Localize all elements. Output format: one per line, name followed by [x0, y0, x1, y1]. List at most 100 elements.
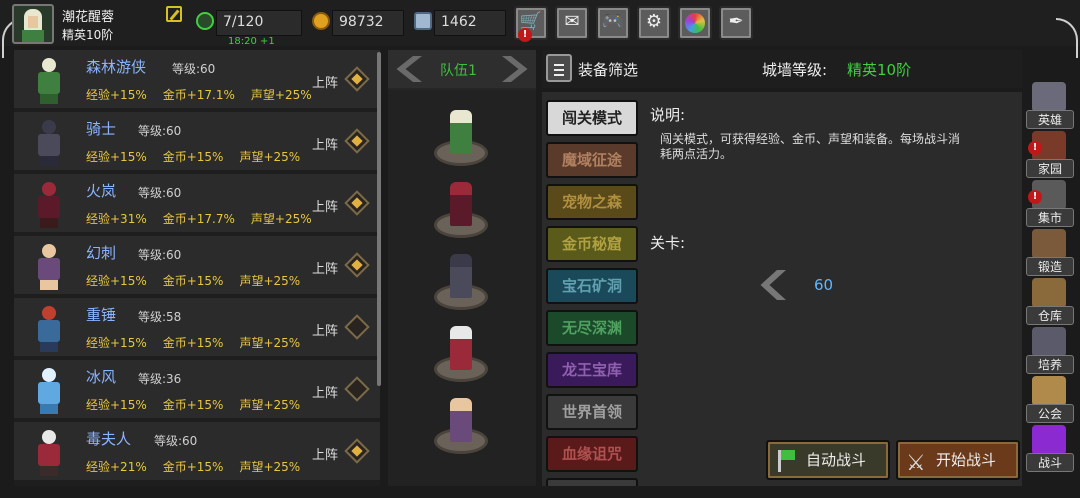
mode-button[interactable]: 血缘诅咒: [546, 436, 638, 472]
mail-button[interactable]: ✉: [555, 6, 589, 40]
hero-name: 森林游侠: [86, 58, 147, 76]
sidebar-6[interactable]: 公会: [1026, 376, 1074, 423]
deploy-toggle-icon[interactable]: [344, 314, 370, 340]
gamepad-icon: 🎮: [601, 11, 625, 32]
sidebar-0[interactable]: 英雄: [1026, 82, 1074, 129]
sidebar-icon: [1032, 376, 1066, 406]
hero-name: 重锤: [86, 306, 117, 324]
hero-bonuses: 经验+15% 金币+15% 声望+25%: [86, 148, 316, 165]
player-avatar[interactable]: [12, 4, 54, 44]
team-slot[interactable]: [434, 182, 488, 242]
hero-level: 等级:36: [138, 372, 182, 386]
deploy-toggle-icon[interactable]: [344, 190, 370, 216]
deploy-toggle-icon[interactable]: [344, 66, 370, 92]
hero-portrait: [28, 304, 72, 354]
sidebar-label: 仓库: [1026, 306, 1074, 325]
alert-icon: !: [1028, 190, 1042, 204]
sidebar-3[interactable]: 锻造: [1026, 229, 1074, 276]
hero-row[interactable]: 冰风 等级:36 经验+15% 金币+15% 声望+25% 上阵: [14, 360, 380, 418]
hero-list[interactable]: 森林游侠 等级:60 经验+15% 金币+17.1% 声望+25% 上阵 骑士 等级…: [14, 50, 380, 486]
sidebar-2[interactable]: ! 集市: [1026, 180, 1074, 227]
team-prev-arrow-icon[interactable]: [396, 56, 422, 82]
sidebar-4[interactable]: 仓库: [1026, 278, 1074, 325]
hero-name: 火岚: [86, 182, 117, 200]
team-hero-figure: [450, 398, 472, 442]
hero-portrait: [28, 366, 72, 416]
exp-bonus: 经验+15%: [86, 398, 147, 412]
sidebar-icon: [1032, 425, 1066, 455]
feather-button[interactable]: ✒: [719, 6, 753, 40]
sidebar-1[interactable]: ! 家园: [1026, 131, 1074, 178]
gamepad-button[interactable]: 🎮: [596, 6, 630, 40]
player-name: 潮花醒蓉: [62, 10, 115, 25]
mode-button[interactable]: 闯关模式: [546, 100, 638, 136]
hero-bonuses: 经验+15% 金币+17.1% 声望+25%: [86, 86, 328, 103]
sidebar-label: 公会: [1026, 404, 1074, 423]
sidebar-7[interactable]: 战斗: [1026, 425, 1074, 472]
mode-button[interactable]: 龙王宝库: [546, 352, 638, 388]
deploy-label: 上阵: [312, 200, 339, 215]
shop-button[interactable]: 🛒!: [514, 6, 548, 42]
team-slots: [388, 90, 536, 486]
stage-title: 关卡:: [650, 234, 686, 252]
hero-row[interactable]: 骑士 等级:60 经验+15% 金币+15% 声望+25% 上阵: [14, 112, 380, 170]
wall-level-label: 城墙等级:: [762, 61, 828, 79]
gem-stat: 1462: [434, 10, 506, 36]
sidebar-icon: [1032, 229, 1066, 259]
deploy-toggle-icon[interactable]: [344, 128, 370, 154]
player-rank: 精英10阶: [62, 28, 114, 42]
deploy-toggle-icon[interactable]: [344, 438, 370, 464]
team-hero-figure: [450, 326, 472, 370]
hero-portrait: [28, 242, 72, 292]
hero-bonuses: 经验+15% 金币+15% 声望+25%: [86, 272, 316, 289]
deploy-label: 上阵: [312, 138, 339, 153]
team-hero-figure: [450, 110, 472, 154]
equipment-filter-label[interactable]: 装备筛选: [578, 59, 638, 80]
mode-list[interactable]: 闯关模式魔域征途宠物之森金币秘窟宝石矿洞无尽深渊龙王宝库世界首领血缘诅咒: [542, 96, 642, 486]
hero-row[interactable]: 毒夫人 等级:60 经验+21% 金币+15% 声望+25% 上阵: [14, 422, 380, 480]
sidebar-5[interactable]: 培养: [1026, 327, 1074, 374]
hero-bonuses: 经验+15% 金币+15% 声望+25%: [86, 396, 316, 413]
team-slot[interactable]: [434, 398, 488, 458]
team-slot[interactable]: [434, 326, 488, 386]
gold-icon: [312, 12, 330, 30]
mode-button-partial[interactable]: [546, 478, 638, 486]
mode-button[interactable]: 无尽深渊: [546, 310, 638, 346]
team-slot[interactable]: [434, 254, 488, 314]
alert-icon: !: [518, 28, 532, 42]
mode-button[interactable]: 宝石矿洞: [546, 268, 638, 304]
mail-icon: ✉: [564, 11, 580, 32]
mode-button[interactable]: 宠物之森: [546, 184, 638, 220]
description-title: 说明:: [650, 106, 686, 124]
hero-row[interactable]: 火岚 等级:60 经验+31% 金币+17.7% 声望+25% 上阵: [14, 174, 380, 232]
color-button[interactable]: [678, 6, 712, 40]
hero-row[interactable]: 幻刺 等级:60 经验+15% 金币+15% 声望+25% 上阵: [14, 236, 380, 294]
hero-list-scrollbar[interactable]: [377, 52, 381, 386]
deploy-toggle-icon[interactable]: [344, 252, 370, 278]
sidebar-label: 培养: [1026, 355, 1074, 374]
team-hero-figure: [450, 182, 472, 226]
start-battle-button[interactable]: ⚔ 开始战斗: [896, 440, 1020, 480]
team-slot[interactable]: [434, 110, 488, 170]
fame-bonus: 声望+25%: [239, 336, 301, 350]
deploy-toggle-icon[interactable]: [344, 376, 370, 402]
mode-button[interactable]: 金币秘窟: [546, 226, 638, 262]
hero-name: 幻刺: [86, 244, 117, 262]
menu-icon[interactable]: [546, 54, 572, 82]
exp-bonus: 经验+31%: [86, 212, 147, 226]
team-next-arrow-icon[interactable]: [502, 56, 528, 82]
sidebar-label: 战斗: [1026, 453, 1074, 472]
hero-level: 等级:60: [138, 124, 182, 138]
settings-button[interactable]: ⚙: [637, 6, 671, 40]
team-panel: 队伍1: [388, 50, 536, 486]
hero-row[interactable]: 重锤 等级:58 经验+15% 金币+15% 声望+25% 上阵: [14, 298, 380, 356]
auto-battle-button[interactable]: 自动战斗: [766, 440, 890, 480]
hero-name: 骑士: [86, 120, 117, 138]
hero-row[interactable]: 森林游侠 等级:60 经验+15% 金币+17.1% 声望+25% 上阵: [14, 50, 380, 108]
gear-icon: ⚙: [645, 11, 663, 32]
fame-bonus: 声望+25%: [250, 88, 312, 102]
mode-button[interactable]: 魔域征途: [546, 142, 638, 178]
edit-icon[interactable]: [166, 6, 182, 22]
mode-button[interactable]: 世界首领: [546, 394, 638, 430]
sidebar-icon: [1032, 278, 1066, 308]
